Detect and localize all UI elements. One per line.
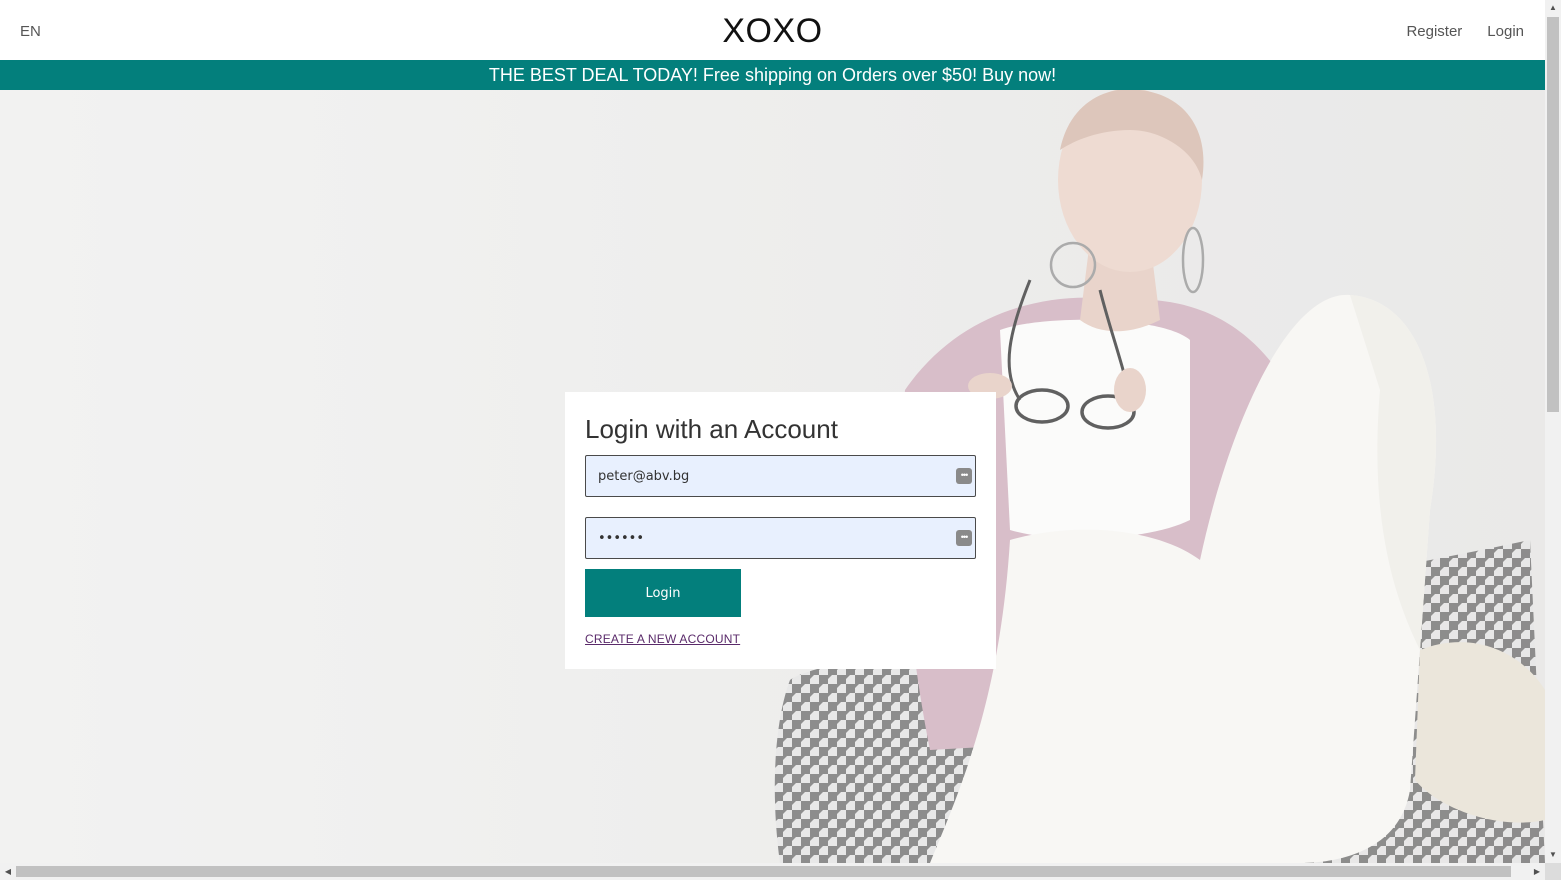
password-field[interactable] xyxy=(586,518,975,558)
scroll-down-icon[interactable]: ▼ xyxy=(1545,847,1561,863)
promo-banner: THE BEST DEAL TODAY! Free shipping on Or… xyxy=(0,60,1545,90)
login-card: Login with an Account ••• ••• Login CREA… xyxy=(565,392,996,669)
email-field[interactable] xyxy=(586,456,975,496)
header-login-link[interactable]: Login xyxy=(1487,23,1524,40)
scroll-up-icon[interactable]: ▲ xyxy=(1545,0,1561,16)
top-header: EN XOXO Register Login xyxy=(0,0,1545,60)
login-button[interactable]: Login xyxy=(585,569,741,617)
register-link[interactable]: Register xyxy=(1406,23,1462,40)
scroll-right-icon[interactable]: ▶ xyxy=(1529,863,1545,880)
scrollbar-corner xyxy=(1545,863,1561,880)
email-field-wrapper: ••• xyxy=(585,455,976,497)
password-manager-icon[interactable]: ••• xyxy=(956,530,972,546)
password-field-wrapper: ••• xyxy=(585,517,976,559)
scroll-left-icon[interactable]: ◀ xyxy=(0,863,16,880)
vertical-scrollbar[interactable]: ▲ ▼ xyxy=(1545,0,1561,863)
site-logo[interactable]: XOXO xyxy=(0,12,1545,51)
password-manager-icon[interactable]: ••• xyxy=(956,468,972,484)
account-nav: Register Login xyxy=(1406,23,1524,40)
login-title: Login with an Account xyxy=(585,414,838,444)
vertical-scroll-thumb[interactable] xyxy=(1547,17,1559,412)
horizontal-scroll-thumb[interactable] xyxy=(16,866,1511,877)
page-viewport: EN XOXO Register Login THE BEST DEAL TOD… xyxy=(0,0,1545,863)
horizontal-scrollbar[interactable]: ◀ ▶ xyxy=(0,863,1545,880)
create-account-link[interactable]: CREATE A NEW ACCOUNT xyxy=(585,632,740,646)
